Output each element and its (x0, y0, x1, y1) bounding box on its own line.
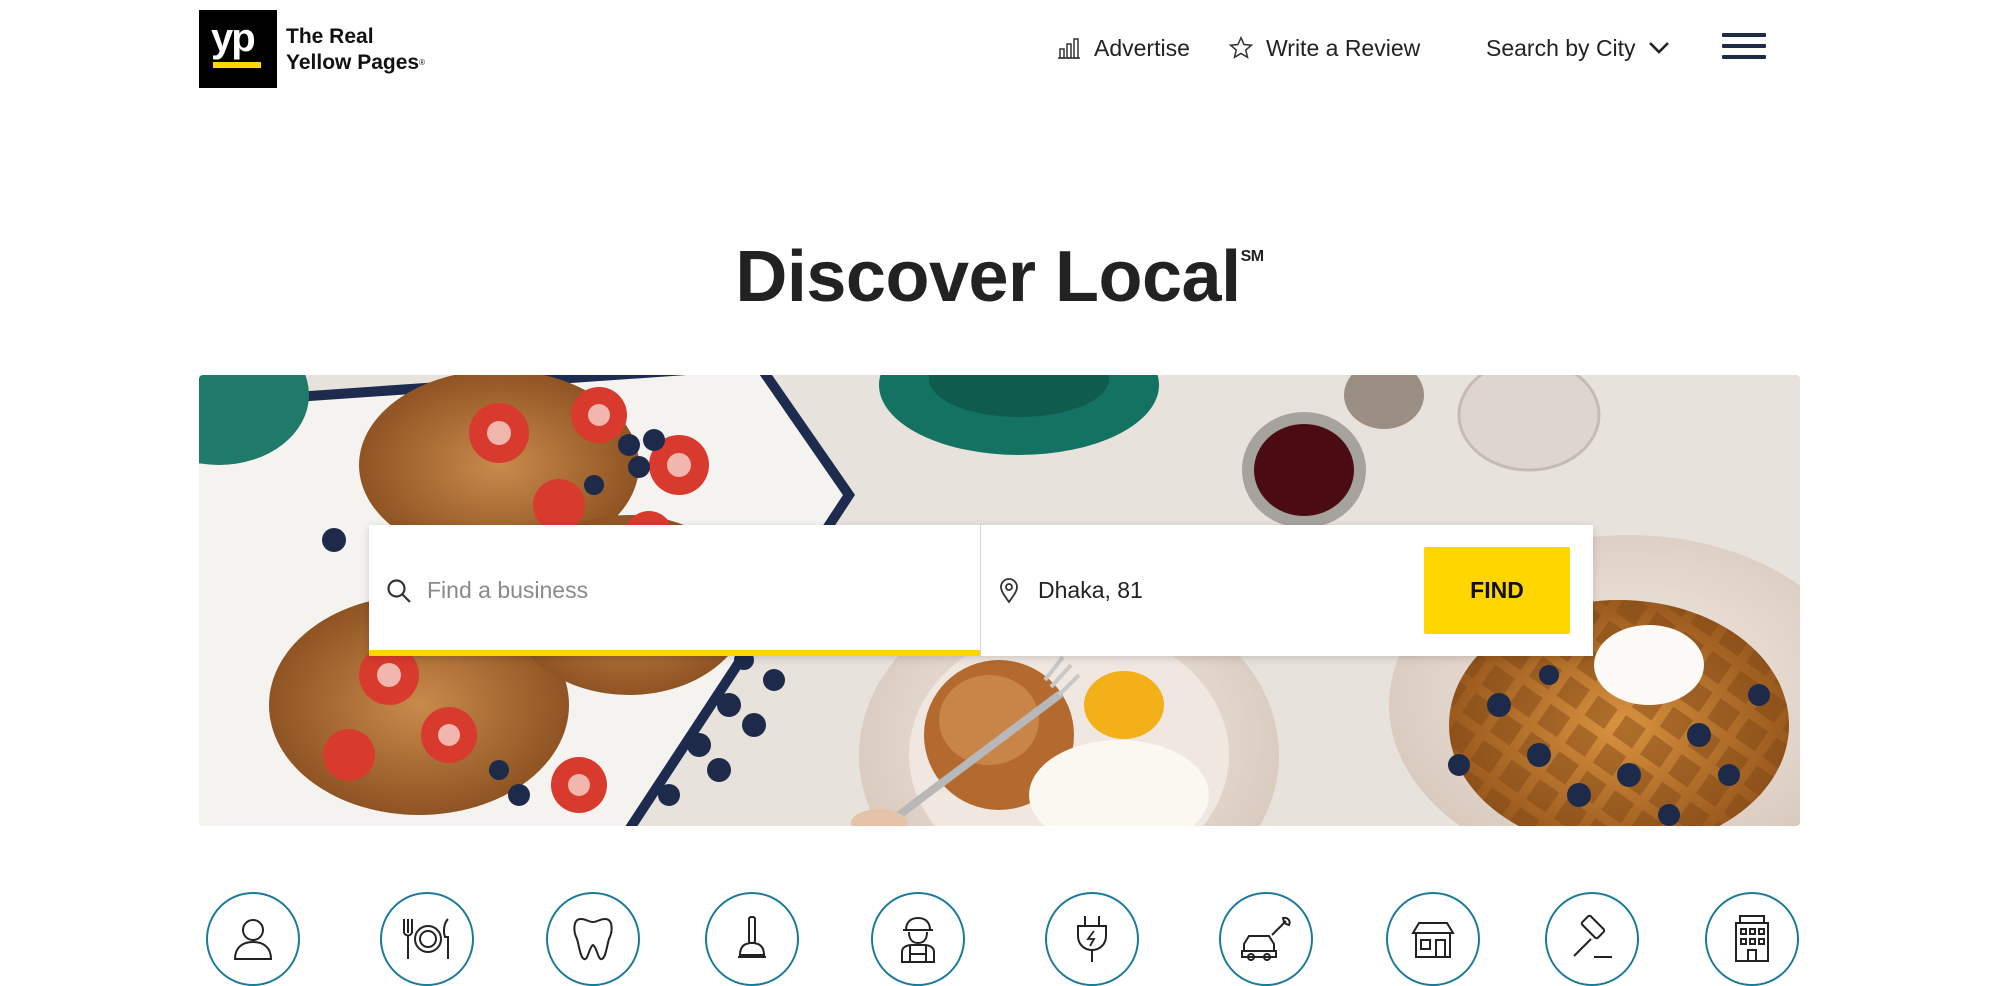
advertise-label: Advertise (1094, 34, 1190, 61)
hamburger-menu-icon[interactable] (1722, 33, 1766, 59)
location-search-field[interactable] (981, 525, 1421, 656)
bar-chart-icon (1058, 38, 1080, 59)
category-contractors[interactable] (871, 892, 965, 986)
category-restaurants[interactable] (380, 892, 474, 986)
business-search-input[interactable] (427, 567, 947, 613)
hero-title-text: Discover Local (735, 237, 1241, 317)
logo-yellow-bar (213, 62, 261, 68)
nav-search-by-city-dropdown[interactable]: Search by City (1486, 32, 1670, 64)
yp-logo[interactable]: yp (199, 10, 277, 88)
gavel-icon (1573, 914, 1612, 958)
search-icon (387, 579, 411, 603)
hotel-icon (1735, 915, 1769, 962)
brand-name-line1: The Real (286, 25, 374, 48)
storefront-icon (1411, 922, 1455, 958)
brand-registered-mark: ® (419, 58, 425, 67)
location-input[interactable] (1038, 567, 1408, 613)
search-bar: FIND (369, 525, 1593, 656)
category-dentists[interactable] (546, 892, 640, 986)
category-hotels[interactable] (1705, 892, 1799, 986)
service-mark: SM (1240, 248, 1265, 265)
page-title: Discover LocalSM (0, 236, 1999, 318)
brand-name[interactable]: The Real Yellow Pages® (286, 24, 425, 76)
electric-plug-icon (1077, 916, 1107, 962)
logo-mark: yp (211, 16, 256, 60)
chevron-down-icon (1648, 42, 1669, 54)
star-icon (1228, 35, 1254, 59)
search-by-city-label: Search by City (1486, 34, 1636, 61)
category-electricians[interactable] (1045, 892, 1139, 986)
auto-repair-icon (1241, 916, 1291, 961)
category-person[interactable] (206, 892, 300, 986)
nav-write-review-link[interactable]: Write a Review (1228, 32, 1420, 64)
plunger-icon (738, 916, 766, 958)
write-review-label: Write a Review (1266, 34, 1421, 61)
tooth-icon (573, 917, 613, 961)
category-local-stores[interactable] (1386, 892, 1480, 986)
nav-advertise-link[interactable]: Advertise (1056, 32, 1190, 64)
find-button[interactable]: FIND (1424, 547, 1570, 634)
person-icon (233, 919, 273, 960)
brand-name-line2: Yellow Pages (286, 51, 420, 74)
business-search-field[interactable] (369, 525, 980, 656)
category-auto-repair[interactable] (1219, 892, 1313, 986)
category-plumbers[interactable] (705, 892, 799, 986)
category-lawyers[interactable] (1545, 892, 1639, 986)
location-pin-icon (1000, 578, 1018, 604)
contractor-icon (901, 916, 935, 963)
restaurant-icon (403, 918, 449, 959)
